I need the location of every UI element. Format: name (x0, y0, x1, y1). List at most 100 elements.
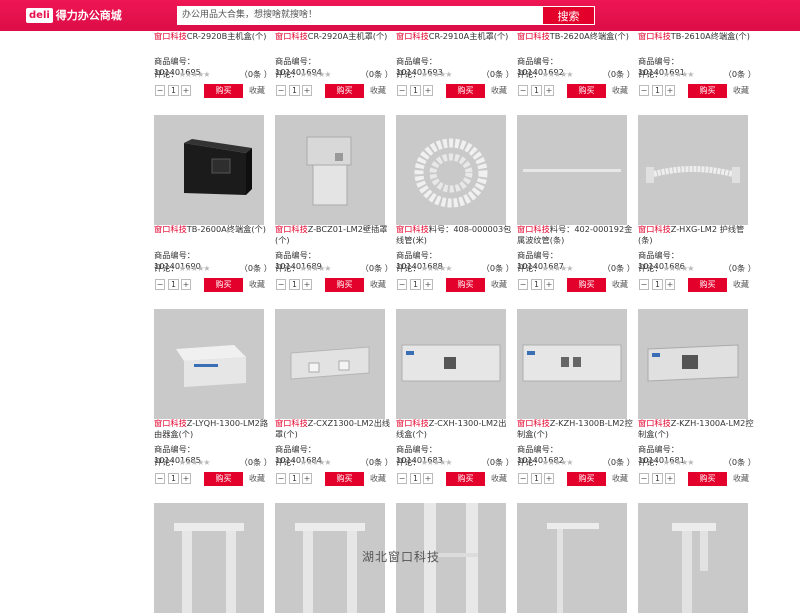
qty-minus-button[interactable]: − (155, 85, 165, 96)
favorite-link[interactable]: 收藏 (612, 85, 628, 97)
qty-plus-button[interactable]: + (181, 85, 191, 96)
qty-minus-button[interactable]: − (397, 279, 407, 290)
product-image[interactable] (154, 115, 264, 225)
qty-input[interactable]: 1 (531, 279, 542, 290)
buy-button[interactable]: 购买 (204, 84, 243, 98)
favorite-link[interactable]: 收藏 (370, 85, 386, 97)
qty-input[interactable]: 1 (410, 85, 421, 96)
qty-plus-button[interactable]: + (181, 473, 191, 484)
favorite-link[interactable]: 收藏 (612, 473, 628, 485)
qty-minus-button[interactable]: − (518, 85, 528, 96)
product-name[interactable]: 窗口科技Z-LYQH-1300-LM2路由器盒(个) (154, 418, 272, 440)
qty-input[interactable]: 1 (531, 473, 542, 484)
qty-minus-button[interactable]: − (397, 85, 407, 96)
product-name[interactable]: 窗口科技Z-BCZ01-LM2壁插罩(个) (275, 224, 393, 246)
favorite-link[interactable]: 收藏 (612, 279, 628, 291)
favorite-link[interactable]: 收藏 (491, 279, 507, 291)
product-image[interactable] (154, 503, 264, 613)
qty-input[interactable]: 1 (289, 279, 300, 290)
qty-input[interactable]: 1 (531, 85, 542, 96)
buy-button[interactable]: 购买 (446, 84, 485, 98)
qty-minus-button[interactable]: − (518, 279, 528, 290)
favorite-link[interactable]: 收藏 (370, 279, 386, 291)
product-name[interactable]: 窗口科技料号：402-000192金属波纹管(条) (517, 224, 635, 246)
favorite-link[interactable]: 收藏 (733, 473, 749, 485)
site-logo[interactable]: deli 得力办公商城 (26, 7, 122, 23)
qty-plus-button[interactable]: + (181, 279, 191, 290)
qty-plus-button[interactable]: + (423, 85, 433, 96)
buy-button[interactable]: 购买 (204, 278, 243, 292)
buy-button[interactable]: 购买 (325, 278, 364, 292)
product-image[interactable] (638, 503, 748, 613)
qty-plus-button[interactable]: + (544, 85, 554, 96)
product-name[interactable]: 窗口科技CR-2920B主机盒(个) (154, 31, 272, 42)
qty-input[interactable]: 1 (289, 85, 300, 96)
qty-input[interactable]: 1 (168, 279, 179, 290)
buy-button[interactable]: 购买 (567, 472, 606, 486)
buy-button[interactable]: 购买 (567, 278, 606, 292)
buy-button[interactable]: 购买 (325, 84, 364, 98)
qty-minus-button[interactable]: − (155, 473, 165, 484)
qty-input[interactable]: 1 (168, 85, 179, 96)
product-name[interactable]: 窗口科技Z-HXG-LM2 护线管(条) (638, 224, 756, 246)
buy-button[interactable]: 购买 (688, 472, 727, 486)
favorite-link[interactable]: 收藏 (733, 279, 749, 291)
product-name[interactable]: 窗口科技TB-2600A终端盒(个) (154, 224, 272, 235)
qty-plus-button[interactable]: + (544, 473, 554, 484)
qty-plus-button[interactable]: + (423, 473, 433, 484)
qty-input[interactable]: 1 (652, 473, 663, 484)
qty-input[interactable]: 1 (168, 473, 179, 484)
buy-button[interactable]: 购买 (567, 84, 606, 98)
qty-input[interactable]: 1 (289, 473, 300, 484)
product-name[interactable]: 窗口科技料号：408-000003包线管(米) (396, 224, 514, 246)
favorite-link[interactable]: 收藏 (491, 473, 507, 485)
qty-input[interactable]: 1 (652, 279, 663, 290)
qty-minus-button[interactable]: − (276, 279, 286, 290)
buy-button[interactable]: 购买 (204, 472, 243, 486)
product-image[interactable] (154, 309, 264, 419)
qty-plus-button[interactable]: + (665, 279, 675, 290)
product-image[interactable] (517, 115, 627, 225)
qty-input[interactable]: 1 (410, 279, 421, 290)
favorite-link[interactable]: 收藏 (249, 279, 265, 291)
product-name[interactable]: 窗口科技Z-CXH-1300-LM2出线盒(个) (396, 418, 514, 440)
search-input[interactable]: 办公用品大合集，想搜啥就搜啥！ (177, 6, 543, 25)
qty-minus-button[interactable]: − (518, 473, 528, 484)
qty-input[interactable]: 1 (410, 473, 421, 484)
product-image[interactable] (275, 309, 385, 419)
qty-minus-button[interactable]: − (639, 279, 649, 290)
product-name[interactable]: 窗口科技Z-KZH-1300A-LM2控制盒(个) (638, 418, 756, 440)
qty-input[interactable]: 1 (652, 85, 663, 96)
favorite-link[interactable]: 收藏 (491, 85, 507, 97)
product-image[interactable] (275, 115, 385, 225)
qty-plus-button[interactable]: + (665, 85, 675, 96)
buy-button[interactable]: 购买 (688, 84, 727, 98)
qty-plus-button[interactable]: + (423, 279, 433, 290)
qty-plus-button[interactable]: + (665, 473, 675, 484)
product-image[interactable] (396, 115, 506, 225)
product-image[interactable] (638, 309, 748, 419)
product-image[interactable] (396, 309, 506, 419)
buy-button[interactable]: 购买 (688, 278, 727, 292)
favorite-link[interactable]: 收藏 (370, 473, 386, 485)
buy-button[interactable]: 购买 (325, 472, 364, 486)
product-image[interactable] (517, 309, 627, 419)
qty-minus-button[interactable]: − (276, 473, 286, 484)
buy-button[interactable]: 购买 (446, 472, 485, 486)
product-name[interactable]: 窗口科技Z-KZH-1300B-LM2控制盒(个) (517, 418, 635, 440)
product-name[interactable]: 窗口科技CR-2920A主机罩(个) (275, 31, 393, 42)
qty-minus-button[interactable]: − (639, 85, 649, 96)
buy-button[interactable]: 购买 (446, 278, 485, 292)
qty-plus-button[interactable]: + (302, 279, 312, 290)
product-name[interactable]: 窗口科技TB-2620A终端盒(个) (517, 31, 635, 42)
search-button[interactable]: 搜索 (543, 6, 595, 25)
product-name[interactable]: 窗口科技Z-CXZ1300-LM2出线罩(个) (275, 418, 393, 440)
qty-minus-button[interactable]: − (276, 85, 286, 96)
qty-minus-button[interactable]: − (155, 279, 165, 290)
qty-plus-button[interactable]: + (302, 473, 312, 484)
qty-minus-button[interactable]: − (639, 473, 649, 484)
qty-plus-button[interactable]: + (544, 279, 554, 290)
qty-plus-button[interactable]: + (302, 85, 312, 96)
product-name[interactable]: 窗口科技TB-2610A终端盒(个) (638, 31, 756, 42)
qty-minus-button[interactable]: − (397, 473, 407, 484)
